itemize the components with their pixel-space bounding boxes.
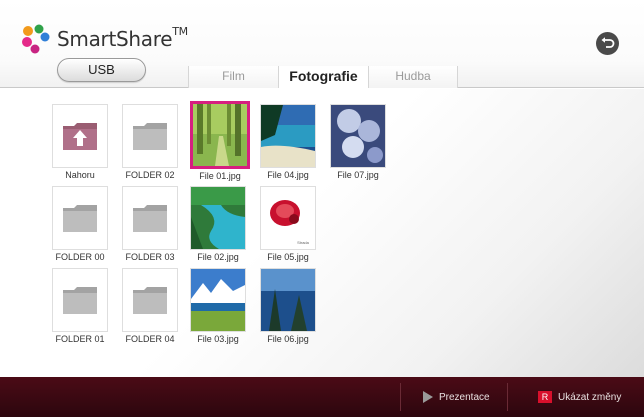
thumbnail [190,186,246,250]
tab-fotografie[interactable]: Fotografie [278,66,368,88]
tile-photo[interactable]: File 07.jpg [330,104,386,180]
tile-photo[interactable]: File 02.jpg [190,186,246,262]
show-changes-label: Ukázat změny [558,391,622,403]
back-arrow-icon [601,37,615,48]
smartshare-logo-icon [22,24,50,54]
trademark-mark: TM [172,25,188,39]
file-browser: Nahoru FOLDER 02 File 01.jpg File 04.jpg… [0,89,644,377]
slideshow-label: Prezentace [439,391,490,403]
thumbnail: Strada [260,186,316,250]
play-icon [423,391,433,403]
red-key-icon: R [538,391,552,403]
folder-icon [133,287,167,314]
thumbnail [330,104,386,168]
beach-photo [261,105,315,167]
folder-up-icon [63,123,97,150]
tile-nahoru[interactable]: Nahoru [52,104,108,180]
tab-hudba[interactable]: Hudba [368,66,458,88]
thumbnail [122,186,178,250]
thumbnail [52,186,108,250]
item-label: File 06.jpg [267,334,309,344]
thumbnail [260,268,316,332]
slideshow-button[interactable]: Prezentace [423,387,490,407]
product-caption: Strada [297,239,309,245]
divider [507,383,508,411]
tile-photo-selected[interactable]: File 01.jpg [190,101,250,181]
thumbnail [190,101,250,169]
waterfall-river-photo [191,187,245,249]
tile-folder[interactable]: FOLDER 00 [52,186,108,262]
tab-film[interactable]: Film [188,66,278,88]
folder-icon [133,205,167,232]
tile-photo[interactable]: Strada File 05.jpg [260,186,316,262]
mountain-lake-photo [191,269,245,331]
divider [400,383,401,411]
thumbnail [190,268,246,332]
tile-photo[interactable]: File 06.jpg [260,268,316,344]
thumbnail [52,268,108,332]
source-usb-button[interactable]: USB [57,58,146,82]
tile-folder[interactable]: FOLDER 02 [122,104,178,180]
thumbnail [52,104,108,168]
footer-bar: Prezentace R Ukázat změny [0,377,644,417]
tile-folder[interactable]: FOLDER 03 [122,186,178,262]
thumbnail [122,268,178,332]
app-title: SmartShareTM [57,25,188,51]
item-label: File 07.jpg [337,170,379,180]
show-changes-button[interactable]: R Ukázat změny [538,387,621,407]
forest-path-photo [193,104,247,166]
category-tabs: Film Fotografie Hudba [188,66,458,88]
thumbnail [260,104,316,168]
thumbnail [122,104,178,168]
tile-photo[interactable]: File 04.jpg [260,104,316,180]
tile-photo[interactable]: File 03.jpg [190,268,246,344]
back-button[interactable] [596,32,619,55]
tile-folder[interactable]: FOLDER 01 [52,268,108,344]
item-label: File 05.jpg [267,252,309,262]
tile-folder[interactable]: FOLDER 04 [122,268,178,344]
folder-icon [63,287,97,314]
folder-icon [133,123,167,150]
frost-flowers-photo [331,105,385,167]
header: SmartShareTM USB Film Fotografie Hudba [0,0,644,88]
lake-trees-photo [261,269,315,331]
folder-icon [63,205,97,232]
